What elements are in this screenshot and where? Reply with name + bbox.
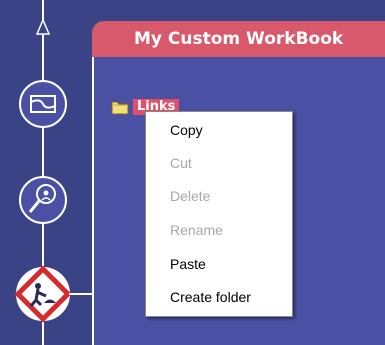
menu-item-delete[interactable]: Delete: [170, 186, 210, 206]
search-person-icon[interactable]: [19, 176, 67, 224]
context-menu: Copy Cut Delete Rename Paste Create fold…: [145, 111, 293, 317]
menu-item-rename[interactable]: Rename: [170, 220, 223, 240]
menu-item-copy[interactable]: Copy: [170, 120, 203, 140]
sidebar: [0, 0, 92, 345]
workbook-title: My Custom WorkBook: [134, 29, 344, 49]
folder-icon: [111, 101, 129, 115]
menu-item-cut[interactable]: Cut: [170, 153, 192, 173]
title-bar: My Custom WorkBook: [92, 21, 385, 57]
construction-sign-icon[interactable]: [14, 265, 72, 323]
menu-item-paste[interactable]: Paste: [170, 254, 206, 274]
sidebar-graphics: [14, 0, 92, 345]
menu-item-create-folder[interactable]: Create folder: [170, 287, 251, 307]
curve-tool-icon[interactable]: [19, 80, 67, 128]
arrow-up-icon[interactable]: [35, 18, 51, 35]
